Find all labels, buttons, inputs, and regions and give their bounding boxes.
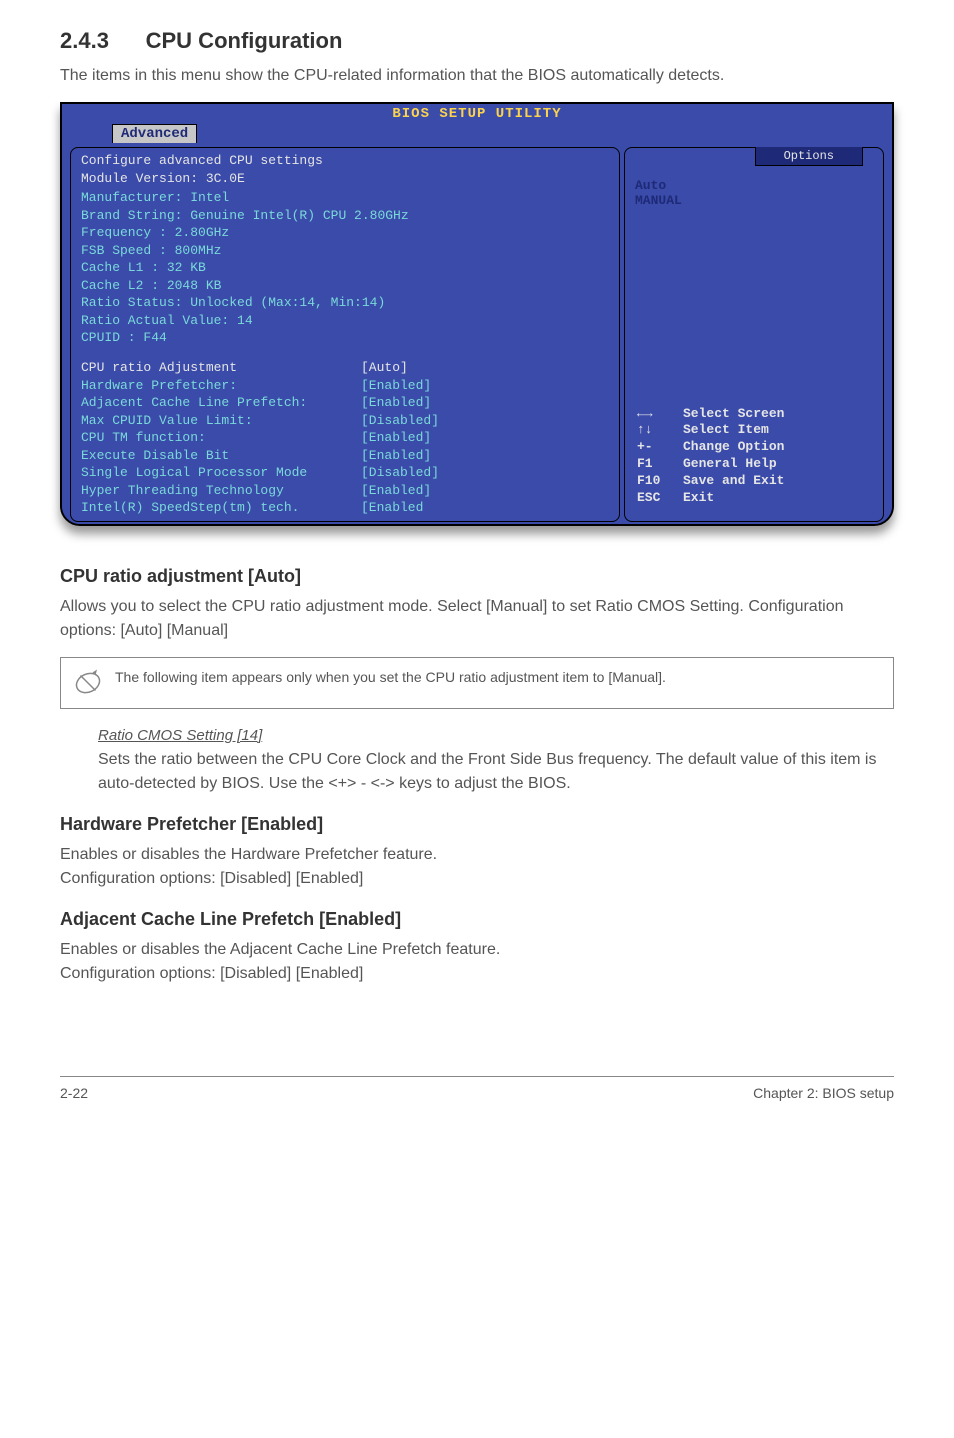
setting-value: [Auto] [361,359,408,377]
bios-right-panel: Options Auto MANUAL ←→ Select Screen ↑↓ … [624,147,884,522]
bios-left-panel: Configure advanced CPU settings Module V… [70,147,620,522]
section-intro: The items in this menu show the CPU-rela… [60,64,894,88]
setting-row[interactable]: Adjacent Cache Line Prefetch: [Enabled] [81,394,609,412]
setting-label: CPU TM function: [81,429,361,447]
setting-row[interactable]: Single Logical Processor Mode [Disabled] [81,464,609,482]
options-badge: Options [755,147,863,166]
info-line: CPUID : F44 [81,329,609,347]
option-item[interactable]: MANUAL [635,193,873,208]
setting-label: Intel(R) SpeedStep(tm) tech. [81,499,361,517]
setting-value: [Enabled [361,499,423,517]
bios-screenshot: BIOS SETUP UTILITY Advanced Configure ad… [60,102,894,526]
setting-label: Hyper Threading Technology [81,482,361,500]
info-line: Ratio Actual Value: 14 [81,312,609,330]
info-line: Frequency : 2.80GHz [81,224,609,242]
tab-advanced[interactable]: Advanced [112,124,197,143]
key-row: ←→ Select Screen [637,406,871,423]
key-row: F10 Save and Exit [637,473,871,490]
key-symbol: F1 [637,456,683,473]
key-symbol: F10 [637,473,683,490]
key-row: +- Change Option [637,439,871,456]
setting-row[interactable]: CPU ratio Adjustment [Auto] [81,359,609,377]
note-icon [73,668,103,698]
bios-key-legend: ←→ Select Screen ↑↓ Select Item +- Chang… [637,406,871,507]
bios-title: BIOS SETUP UTILITY [62,104,892,124]
setting-value: [Enabled] [361,482,431,500]
key-row: F1 General Help [637,456,871,473]
setting-row[interactable]: CPU TM function: [Enabled] [81,429,609,447]
setting-value: [Enabled] [361,429,431,447]
hp-line2: Configuration options: [Disabled] [Enabl… [60,870,363,887]
section-title-text: CPU Configuration [146,28,343,53]
setting-label: Hardware Prefetcher: [81,377,361,395]
cpu-ratio-text: Allows you to select the CPU ratio adjus… [60,595,894,643]
setting-value: [Enabled] [361,447,431,465]
info-line: Ratio Status: Unlocked (Max:14, Min:14) [81,294,609,312]
ratio-cmos-block: Ratio CMOS Setting [14] Sets the ratio b… [98,727,894,796]
bios-module-version: Module Version: 3C.0E [81,170,609,188]
key-text: Select Item [683,422,769,439]
adjacent-cache-heading: Adjacent Cache Line Prefetch [Enabled] [60,909,894,930]
key-text: Select Screen [683,406,784,423]
setting-label: CPU ratio Adjustment [81,359,361,377]
ac-line2: Configuration options: [Disabled] [Enabl… [60,965,363,982]
key-row: ESC Exit [637,490,871,507]
key-symbol: ↑↓ [637,422,683,439]
info-line: FSB Speed : 800MHz [81,242,609,260]
page-footer: 2-22 Chapter 2: BIOS setup [60,1076,894,1101]
key-symbol: +- [637,439,683,456]
adjacent-cache-text: Enables or disables the Adjacent Cache L… [60,938,894,986]
bios-tabs: Advanced [62,124,892,143]
hardware-prefetch-heading: Hardware Prefetcher [Enabled] [60,814,894,835]
key-text: Save and Exit [683,473,784,490]
ratio-cmos-text: Sets the ratio between the CPU Core Cloc… [98,748,894,796]
setting-label: Max CPUID Value Limit: [81,412,361,430]
key-text: Exit [683,490,714,507]
ac-line1: Enables or disables the Adjacent Cache L… [60,941,500,958]
option-item[interactable]: Auto [635,178,873,193]
key-symbol: ←→ [637,406,683,423]
section-heading: 2.4.3 CPU Configuration [60,28,894,54]
setting-row[interactable]: Execute Disable Bit [Enabled] [81,447,609,465]
setting-label: Single Logical Processor Mode [81,464,361,482]
options-list: Auto MANUAL [635,178,873,208]
info-line: Cache L1 : 32 KB [81,259,609,277]
note-box: The following item appears only when you… [60,657,894,709]
bios-content: Configure advanced CPU settings Module V… [62,145,892,524]
footer-chapter: Chapter 2: BIOS setup [753,1085,894,1101]
key-row: ↑↓ Select Item [637,422,871,439]
key-symbol: ESC [637,490,683,507]
setting-label: Adjacent Cache Line Prefetch: [81,394,361,412]
setting-row[interactable]: Hyper Threading Technology [Enabled] [81,482,609,500]
info-line: Manufacturer: Intel [81,189,609,207]
bios-info-block: Manufacturer: Intel Brand String: Genuin… [81,189,609,347]
footer-page-number: 2-22 [60,1085,88,1101]
setting-value: [Disabled] [361,464,439,482]
setting-value: [Disabled] [361,412,439,430]
bios-config-header: Configure advanced CPU settings [81,152,609,170]
key-text: Change Option [683,439,784,456]
setting-row[interactable]: Intel(R) SpeedStep(tm) tech. [Enabled [81,499,609,517]
setting-row[interactable]: Hardware Prefetcher: [Enabled] [81,377,609,395]
ratio-cmos-title: Ratio CMOS Setting [14] [98,727,894,744]
setting-value: [Enabled] [361,394,431,412]
setting-row[interactable]: Max CPUID Value Limit: [Disabled] [81,412,609,430]
hp-line1: Enables or disables the Hardware Prefetc… [60,846,437,863]
bios-settings-block: CPU ratio Adjustment [Auto] Hardware Pre… [81,359,609,517]
setting-value: [Enabled] [361,377,431,395]
info-line: Cache L2 : 2048 KB [81,277,609,295]
setting-label: Execute Disable Bit [81,447,361,465]
cpu-ratio-heading: CPU ratio adjustment [Auto] [60,566,894,587]
hardware-prefetch-text: Enables or disables the Hardware Prefetc… [60,843,894,891]
section-number: 2.4.3 [60,28,109,53]
info-line: Brand String: Genuine Intel(R) CPU 2.80G… [81,207,609,225]
key-text: General Help [683,456,777,473]
note-text: The following item appears only when you… [115,668,666,688]
